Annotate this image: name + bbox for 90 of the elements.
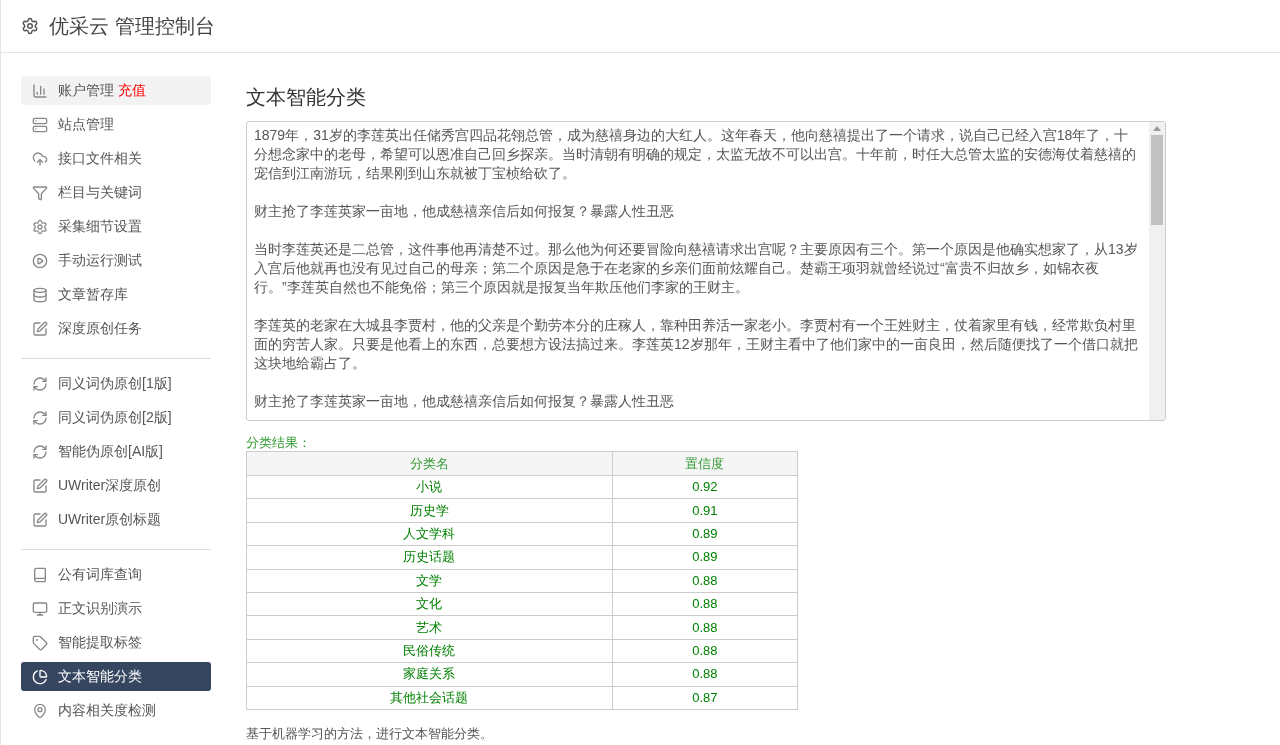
sidebar-label: UWriter深度原创 bbox=[58, 476, 162, 495]
text-paragraph: 财主抢了李莲英家一亩地，他成慈禧亲信后如何报复？暴露人性丑恶 bbox=[254, 202, 675, 221]
page-title: 文本智能分类 bbox=[246, 85, 367, 109]
sidebar-label: 文章暂存库 bbox=[58, 285, 128, 304]
sidebar-label: 手动运行测试 bbox=[58, 251, 142, 270]
column-header: 分类名 bbox=[246, 451, 613, 476]
sidebar-label: 采集细节设置 bbox=[58, 217, 142, 236]
filter-icon bbox=[32, 184, 48, 201]
sidebar-label: 同义词伪原创[1版] bbox=[58, 374, 172, 393]
table-cell: 0.89 bbox=[612, 545, 798, 570]
description-text: 基于机器学习的方法，进行文本智能分类。 bbox=[246, 724, 494, 743]
sidebar-label: 智能提取标签 bbox=[58, 633, 142, 652]
refresh-icon bbox=[32, 409, 48, 426]
table-cell: 小说 bbox=[246, 475, 613, 499]
sidebar-item[interactable]: 正文识别演示 bbox=[21, 594, 211, 623]
table-cell: 0.89 bbox=[612, 522, 798, 546]
scroll-up-icon[interactable] bbox=[1153, 126, 1161, 131]
sidebar-item[interactable]: 同义词伪原创[1版] bbox=[21, 369, 211, 398]
sidebar-label: 智能伪原创[AI版] bbox=[58, 442, 163, 461]
refresh-icon bbox=[32, 375, 48, 392]
sidebar-item[interactable]: 栏目与关键词 bbox=[21, 178, 211, 207]
sidebar-item[interactable]: 账户管理 充值 bbox=[21, 76, 211, 105]
table-cell: 0.88 bbox=[612, 569, 798, 593]
table-cell: 0.92 bbox=[612, 475, 798, 499]
sidebar-item[interactable]: UWriter原创标题 bbox=[21, 505, 211, 534]
table-cell: 历史学 bbox=[246, 498, 613, 523]
sidebar-label: 文本智能分类 bbox=[58, 667, 142, 686]
result-label: 分类结果： bbox=[246, 435, 312, 451]
sidebar-label: 同义词伪原创[2版] bbox=[58, 408, 172, 427]
table-cell: 人文学科 bbox=[246, 522, 613, 546]
refresh-icon bbox=[32, 443, 48, 460]
table-cell: 家庭关系 bbox=[246, 662, 613, 686]
bar-chart-icon bbox=[32, 82, 48, 99]
table-cell: 0.88 bbox=[612, 615, 798, 640]
sidebar-item[interactable]: 同义词伪原创[2版] bbox=[21, 403, 211, 432]
table-cell: 0.88 bbox=[612, 639, 798, 663]
sidebar-item[interactable]: UWriter深度原创 bbox=[21, 471, 211, 500]
table-cell: 历史话题 bbox=[246, 545, 613, 570]
text-paragraph: 当时李莲英还是二总管，这件事他再清楚不过。那么他为何还要冒险向慈禧请求出宫呢？主要原因有三个。第一个原因是他确实想家了，从13岁入宫后他就再也没有见过自己的母亲；第二个原因是急于在老家的乡亲们面前炫耀自己。楚霸王项羽就曾经说过“富贵不归故乡，如锦衣夜行。”李莲英自然也不能免俗；第三个原因就是报复当年欺压他们李家的王财主。 bbox=[254, 240, 1139, 297]
table-cell: 0.88 bbox=[612, 662, 798, 686]
text-paragraph: 李莲英的老家在大城县李贾村，他的父亲是个勤劳本分的庄稼人，靠种田养活一家老小。李贾村有一个王姓财主，仗着家里有钱，经常欺负村里面的穷苦人家。只要是他看上的东西，总要想方设法搞过来。李莲英12岁那年，王财主看中了他们家中的一亩良田，然后随便找了一个借口就把这块地给霸占了。 bbox=[254, 316, 1139, 373]
table-cell: 艺术 bbox=[246, 615, 613, 640]
sidebar-item[interactable]: 智能伪原创[AI版] bbox=[21, 437, 211, 466]
table-cell: 文化 bbox=[246, 592, 613, 616]
sidebar-item[interactable]: 智能提取标签 bbox=[21, 628, 211, 657]
server-icon bbox=[32, 116, 48, 133]
table-cell: 0.88 bbox=[612, 592, 798, 616]
sidebar-label: 公有词库查询 bbox=[58, 565, 142, 584]
app-title: 优采云 管理控制台 bbox=[49, 14, 215, 39]
table-cell: 0.87 bbox=[612, 686, 798, 710]
sidebar-item[interactable]: 采集细节设置 bbox=[21, 212, 211, 241]
edit-icon bbox=[32, 477, 48, 494]
sidebar-item[interactable]: 手动运行测试 bbox=[21, 246, 211, 275]
sidebar-item[interactable]: 文章暂存库 bbox=[21, 280, 211, 309]
sidebar-label: 栏目与关键词 bbox=[58, 183, 142, 202]
sidebar-label: 站点管理 bbox=[58, 115, 114, 134]
cloud-upload-icon bbox=[32, 150, 48, 167]
text-paragraph: 1879年，31岁的李莲英出任储秀宫四品花翎总管，成为慈禧身边的大红人。这年春天，他向慈禧提出了一个请求，说自己已经入宫18年了，十分想念家中的老母，希望可以恩准自己回乡探亲。当时清朝有明确的规定，太监无故不可以出宫。十年前，时任大总管太监的安德海仗着慈禧的宠信到江南游玩，结果刚到山东就被丁宝桢给砍了。 bbox=[254, 126, 1137, 183]
table-cell: 0.91 bbox=[612, 498, 798, 523]
sidebar-item[interactable]: 深度原创任务 bbox=[21, 314, 211, 343]
database-icon bbox=[32, 286, 48, 303]
play-icon bbox=[32, 252, 48, 269]
table-cell: 文学 bbox=[246, 569, 613, 593]
sidebar-label: 正文识别演示 bbox=[58, 599, 142, 618]
scrollbar-thumb[interactable] bbox=[1151, 135, 1163, 225]
column-header: 置信度 bbox=[612, 451, 798, 476]
text-paragraph: 财主抢了李莲英家一亩地，他成慈禧亲信后如何报复？暴露人性丑恶 bbox=[254, 392, 675, 411]
pie-chart-icon bbox=[32, 668, 48, 685]
sidebar-item[interactable]: 内容相关度检测 bbox=[21, 696, 211, 725]
sidebar-label: UWriter原创标题 bbox=[58, 510, 162, 529]
settings-icon bbox=[21, 17, 39, 35]
sidebar-label: 内容相关度检测 bbox=[58, 701, 156, 720]
monitor-icon bbox=[32, 600, 48, 617]
recharge-link[interactable]: 充值 bbox=[118, 80, 146, 101]
scrollbar[interactable] bbox=[1149, 122, 1165, 420]
sidebar-item[interactable]: 接口文件相关 bbox=[21, 144, 211, 173]
sidebar-label: 接口文件相关 bbox=[58, 149, 142, 168]
sidebar-label: 深度原创任务 bbox=[58, 319, 142, 338]
text-input-area[interactable] bbox=[246, 121, 1166, 421]
sidebar-label: 账户管理 bbox=[58, 81, 114, 100]
sidebar-item[interactable]: 文本智能分类 bbox=[21, 662, 211, 691]
edit-icon bbox=[32, 320, 48, 337]
sidebar-item[interactable]: 站点管理 bbox=[21, 110, 211, 139]
pin-icon bbox=[32, 702, 48, 719]
sidebar-item[interactable]: 公有词库查询 bbox=[21, 560, 211, 589]
table-cell: 民俗传统 bbox=[246, 639, 613, 663]
table-cell: 其他社会话题 bbox=[246, 686, 613, 710]
edit-icon bbox=[32, 511, 48, 528]
book-icon bbox=[32, 566, 48, 583]
tag-icon bbox=[32, 634, 48, 651]
